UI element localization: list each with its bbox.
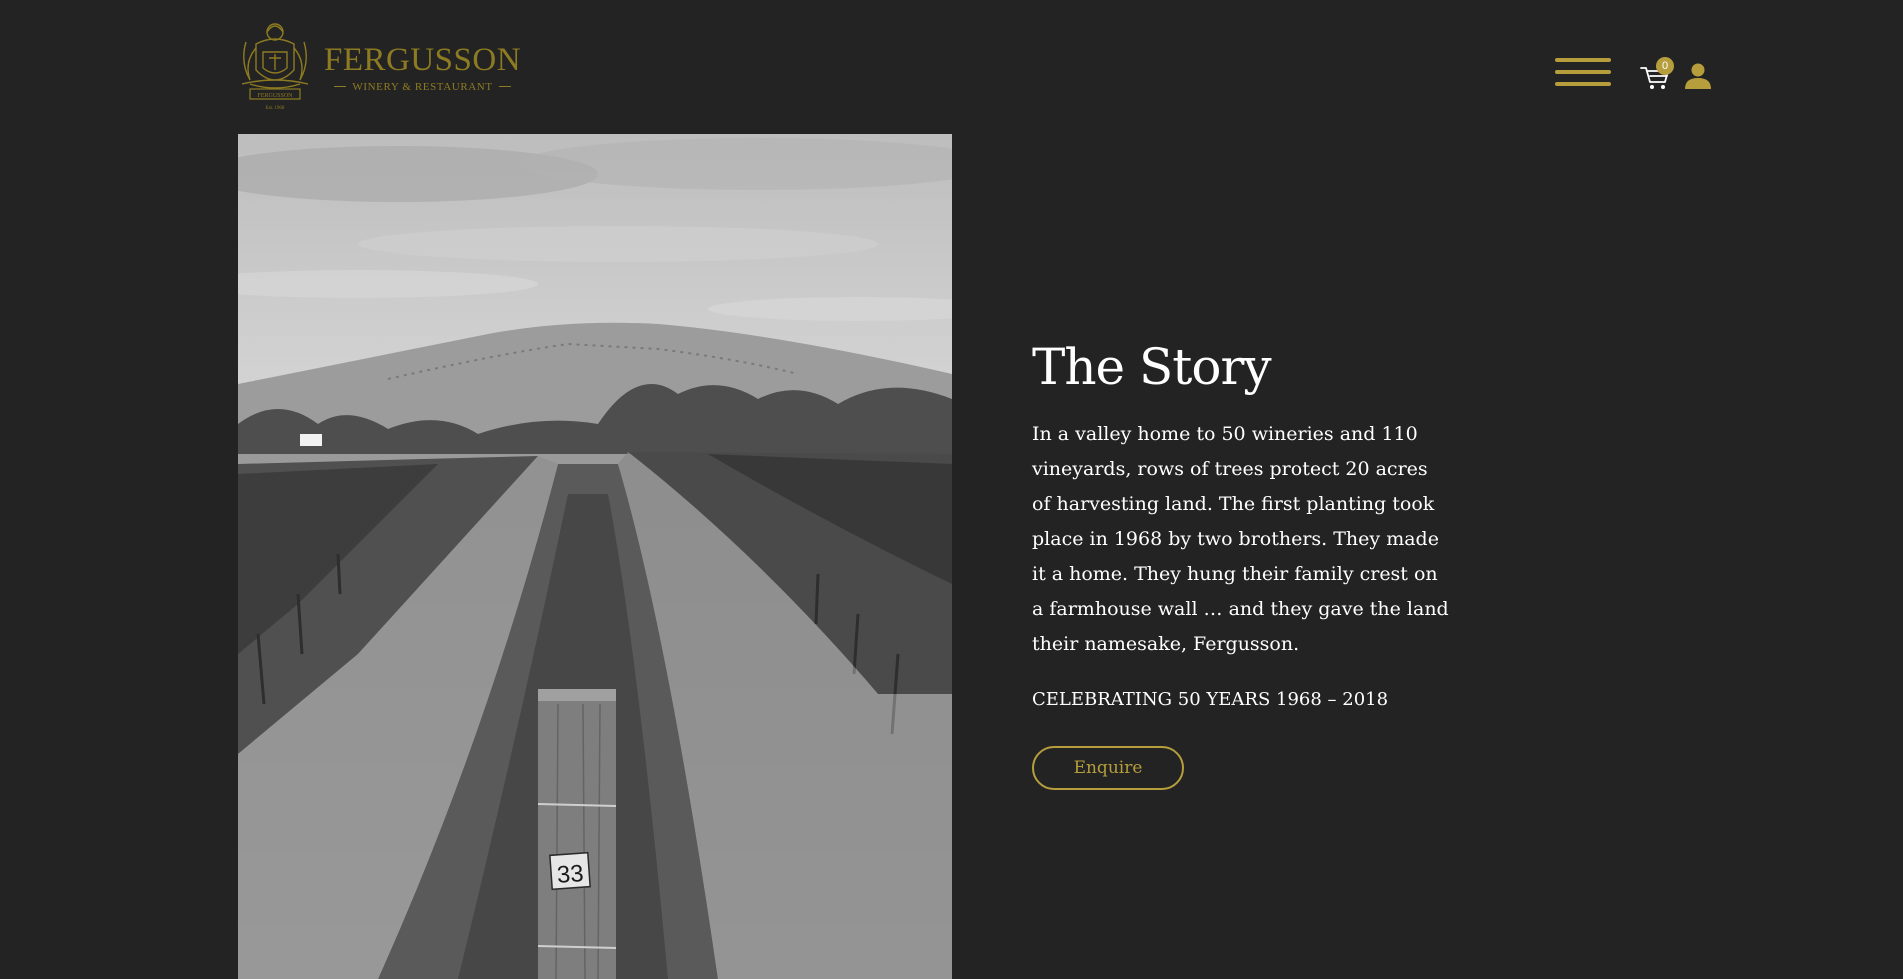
hamburger-line bbox=[1555, 58, 1611, 62]
cart-count-badge: 0 bbox=[1656, 57, 1674, 75]
crest-banner-text: FERGUSSON bbox=[257, 93, 293, 99]
story-section: The Story In a valley home to 50 winerie… bbox=[1032, 340, 1452, 790]
story-body-text: In a valley home to 50 wineries and 110 … bbox=[1032, 423, 1449, 655]
brand-name: FERGUSSON bbox=[324, 41, 522, 78]
brand-tagline: WINERY & RESTAURANT bbox=[352, 80, 493, 93]
family-crest-icon: FERGUSSON Est. 1968 bbox=[241, 23, 309, 111]
story-title: The Story bbox=[1032, 338, 1272, 396]
logo-wordmark: FERGUSSON WINERY & RESTAURANT bbox=[324, 41, 522, 93]
site-logo[interactable]: FERGUSSON Est. 1968 FERGUSSON WINERY & R… bbox=[236, 18, 521, 112]
vineyard-photo: 33 bbox=[238, 134, 952, 979]
tagline-divider bbox=[498, 86, 511, 87]
brand-tagline-row: WINERY & RESTAURANT bbox=[334, 80, 511, 93]
user-icon[interactable] bbox=[1684, 62, 1712, 90]
hamburger-icon[interactable] bbox=[1555, 58, 1611, 92]
site-header: FERGUSSON Est. 1968 FERGUSSON WINERY & R… bbox=[0, 0, 1903, 134]
post-number-tag: 33 bbox=[556, 860, 585, 889]
hamburger-line bbox=[1555, 82, 1611, 86]
celebrating-text: CELEBRATING 50 YEARS 1968 – 2018 bbox=[1032, 689, 1389, 710]
vineyard-hero-image: 33 bbox=[238, 134, 952, 979]
crest-est-text: Est. 1968 bbox=[266, 106, 285, 111]
enquire-button[interactable]: Enquire bbox=[1032, 746, 1184, 790]
tagline-divider bbox=[334, 86, 347, 87]
hamburger-line bbox=[1555, 70, 1611, 74]
